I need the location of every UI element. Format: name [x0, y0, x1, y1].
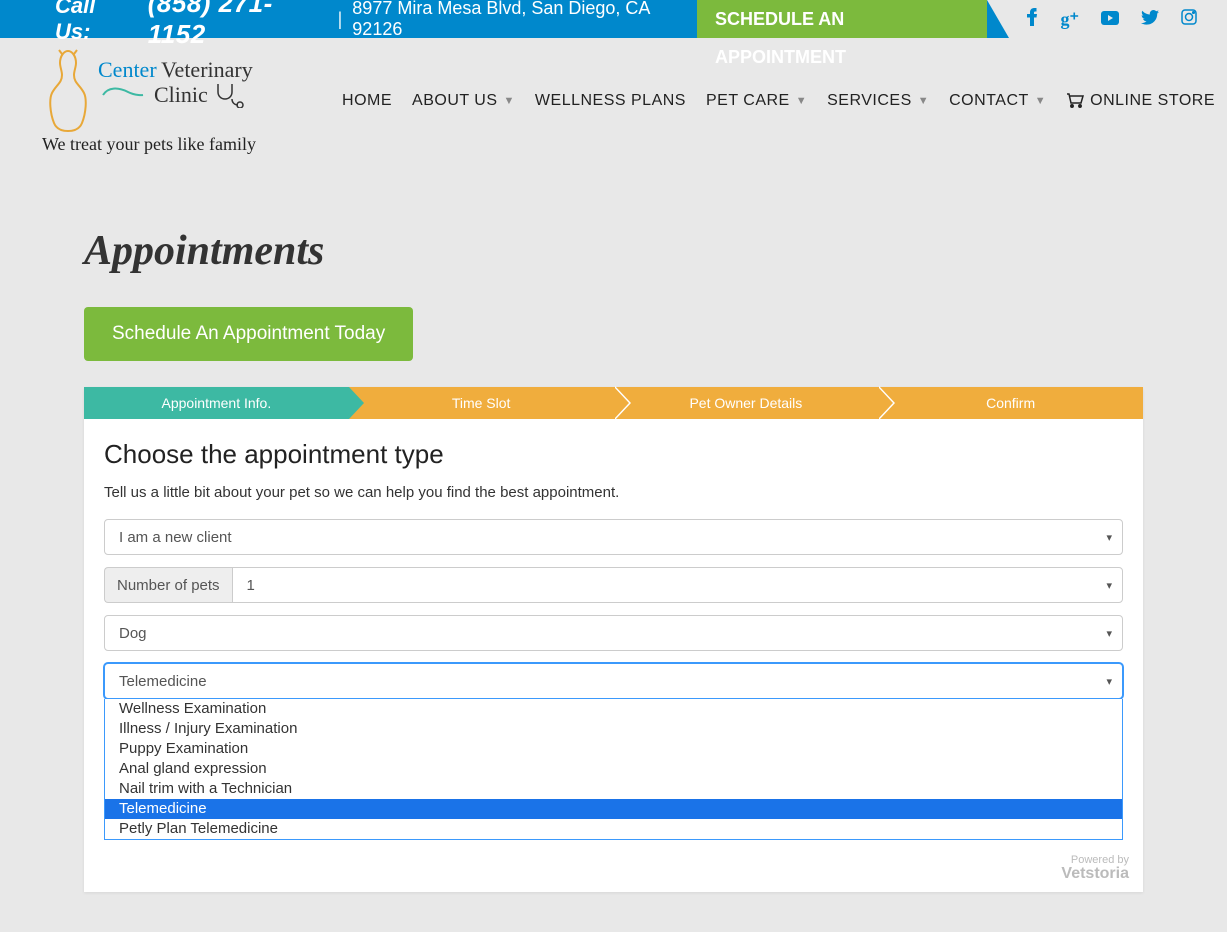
logo-dog-icon — [42, 46, 94, 136]
facebook-icon[interactable] — [1027, 8, 1038, 31]
separator: | — [324, 9, 353, 30]
twitter-icon[interactable] — [1141, 9, 1159, 30]
option-puppy[interactable]: Puppy Examination — [105, 739, 1122, 759]
phone-number[interactable]: (858) 271-1152 — [148, 0, 324, 50]
address-text: 8977 Mira Mesa Blvd, San Diego, CA 92126 — [352, 0, 691, 40]
nav-services[interactable]: SERVICES▼ — [827, 92, 929, 110]
client-type-select[interactable]: I am a new client — [104, 519, 1123, 555]
step-confirm[interactable]: Confirm — [878, 387, 1143, 419]
page-title: Appointments — [84, 227, 1143, 275]
wizard-steps: Appointment Info. Time Slot Pet Owner De… — [84, 387, 1143, 419]
form-heading: Choose the appointment type — [104, 439, 1123, 470]
logo-text-center: Center — [98, 57, 157, 82]
nav-online-store[interactable]: ONLINE STORE — [1066, 92, 1215, 110]
schedule-appointment-button[interactable]: SCHEDULE AN APPOINTMENT — [697, 0, 988, 38]
diagonal-divider — [987, 0, 1009, 38]
page-content: Appointments Schedule An Appointment Tod… — [0, 167, 1227, 932]
google-plus-icon[interactable]: g⁺ — [1060, 9, 1079, 30]
option-anal-gland[interactable]: Anal gland expression — [105, 759, 1122, 779]
num-pets-select[interactable]: 1 — [232, 567, 1123, 603]
option-illness[interactable]: Illness / Injury Examination — [105, 719, 1122, 739]
step-time-slot[interactable]: Time Slot — [349, 387, 614, 419]
species-select[interactable]: Dog — [104, 615, 1123, 651]
form-subtext: Tell us a little bit about your pet so w… — [104, 484, 1123, 501]
num-pets-label: Number of pets — [104, 567, 232, 603]
option-telemedicine[interactable]: Telemedicine — [105, 799, 1122, 819]
logo-cat-icon — [98, 84, 148, 106]
logo-tagline: We treat your pets like family — [42, 134, 302, 155]
nav-contact[interactable]: CONTACT▼ — [949, 92, 1046, 110]
cart-icon — [1066, 93, 1084, 108]
caret-down-icon: ▼ — [504, 95, 515, 107]
nav-home[interactable]: HOME — [342, 92, 392, 110]
appointment-type-select[interactable]: Telemedicine — [104, 663, 1123, 699]
vetstoria-brand: Vetstoria — [98, 866, 1129, 882]
youtube-icon[interactable] — [1101, 9, 1119, 30]
logo-text-veterinary: Veterinary — [161, 57, 253, 82]
option-petly-telemedicine[interactable]: Petly Plan Telemedicine — [105, 819, 1122, 839]
social-icons: g⁺ — [1009, 0, 1227, 38]
caret-down-icon: ▼ — [796, 95, 807, 107]
caret-down-icon: ▼ — [918, 95, 929, 107]
logo-text-clinic: Clinic — [154, 82, 208, 108]
call-us-label: Call Us: — [0, 0, 148, 45]
top-bar: Call Us: (858) 271-1152 | 8977 Mira Mesa… — [0, 0, 1227, 38]
nav-petcare[interactable]: PET CARE▼ — [706, 92, 807, 110]
option-wellness[interactable]: Wellness Examination — [105, 699, 1122, 719]
appointment-wizard: Appointment Info. Time Slot Pet Owner De… — [84, 387, 1143, 892]
schedule-today-button[interactable]: Schedule An Appointment Today — [84, 307, 413, 361]
stethoscope-icon — [214, 82, 244, 108]
instagram-icon[interactable] — [1181, 9, 1197, 30]
nav-about[interactable]: ABOUT US▼ — [412, 92, 515, 110]
logo[interactable]: Center Veterinary Clinic We treat your p… — [42, 46, 302, 155]
step-appointment-info[interactable]: Appointment Info. — [84, 387, 349, 419]
caret-down-icon: ▼ — [1035, 95, 1046, 107]
main-nav: Center Veterinary Clinic We treat your p… — [0, 38, 1227, 167]
option-nail-trim[interactable]: Nail trim with a Technician — [105, 779, 1122, 799]
step-owner-details[interactable]: Pet Owner Details — [614, 387, 879, 419]
nav-links: HOME ABOUT US▼ WELLNESS PLANS PET CARE▼ … — [342, 92, 1227, 110]
appointment-type-dropdown: Wellness Examination Illness / Injury Ex… — [104, 699, 1123, 840]
nav-wellness[interactable]: WELLNESS PLANS — [535, 92, 686, 110]
powered-by: Powered by Vetstoria — [84, 849, 1143, 892]
